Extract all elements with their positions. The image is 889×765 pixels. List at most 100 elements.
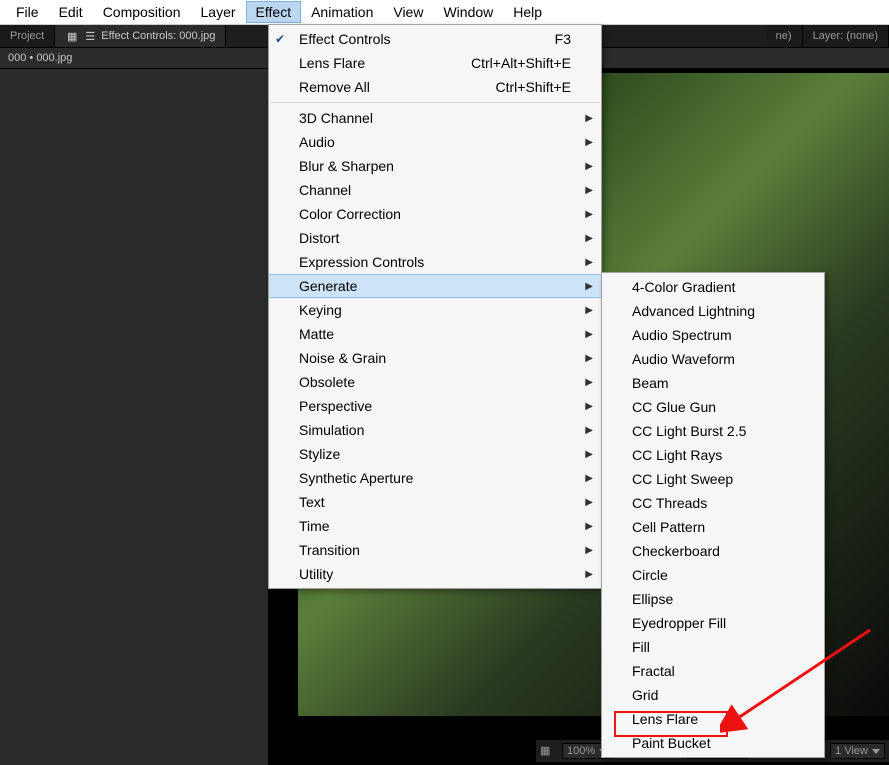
menu-window[interactable]: Window <box>433 1 503 23</box>
menuitem-shortcut: Ctrl+Shift+E <box>456 79 571 95</box>
menuitem-channel[interactable]: Channel▶ <box>269 178 601 202</box>
menuitem-noise-grain[interactable]: Noise & Grain▶ <box>269 346 601 370</box>
menuitem-label: Time <box>299 518 330 534</box>
menuitem-synthetic-aperture[interactable]: Synthetic Aperture▶ <box>269 466 601 490</box>
menu-view[interactable]: View <box>383 1 433 23</box>
effect-dropdown: ✔ Effect Controls F3 Lens Flare Ctrl+Alt… <box>268 24 602 589</box>
submenuitem-4color-gradient[interactable]: 4-Color Gradient <box>602 275 824 299</box>
menuitem-remove-all[interactable]: Remove All Ctrl+Shift+E <box>269 75 601 99</box>
submenu-arrow-icon: ▶ <box>585 545 593 556</box>
menuitem-label: Channel <box>299 182 351 198</box>
menuitem-audio[interactable]: Audio ▶ <box>269 130 601 154</box>
menu-edit[interactable]: Edit <box>49 1 93 23</box>
menuitem-label: 3D Channel <box>299 110 373 126</box>
menuitem-label: Grid <box>632 687 658 703</box>
menuitem-time[interactable]: Time▶ <box>269 514 601 538</box>
menuitem-color-correction[interactable]: Color Correction▶ <box>269 202 601 226</box>
menuitem-label: CC Glue Gun <box>632 399 716 415</box>
menuitem-matte[interactable]: Matte ▶ <box>269 322 601 346</box>
menuitem-label: Matte <box>299 326 334 342</box>
tab-comp-none[interactable]: ne) <box>766 25 803 47</box>
submenuitem-cc-glue-gun[interactable]: CC Glue Gun <box>602 395 824 419</box>
menuitem-distort[interactable]: Distort▶ <box>269 226 601 250</box>
menuitem-perspective[interactable]: Perspective▶ <box>269 394 601 418</box>
tab-effect-controls[interactable]: ▦ ☰ Effect Controls: 000.jpg <box>55 25 226 47</box>
submenu-arrow-icon: ▶ <box>585 497 593 508</box>
menuitem-shortcut: F3 <box>515 31 571 47</box>
menuitem-label: Lens Flare <box>632 711 698 727</box>
tab-label: ne) <box>776 30 792 42</box>
submenuitem-cc-threads[interactable]: CC Threads <box>602 491 824 515</box>
tab-label: Effect Controls: 000.jpg <box>101 30 215 42</box>
submenuitem-advanced-lightning[interactable]: Advanced Lightning <box>602 299 824 323</box>
menuitem-label: Audio <box>299 134 335 150</box>
menuitem-label: Color Correction <box>299 206 401 222</box>
submenuitem-checkerboard[interactable]: Checkerboard <box>602 539 824 563</box>
submenu-arrow-icon: ▶ <box>585 449 593 460</box>
submenu-arrow-icon: ▶ <box>585 233 593 244</box>
menuitem-blur-sharpen[interactable]: Blur & Sharpen▶ <box>269 154 601 178</box>
menuitem-label: Fractal <box>632 663 675 679</box>
menuitem-label: Effect Controls <box>299 31 391 47</box>
menu-composition[interactable]: Composition <box>93 1 191 23</box>
menuitem-label: Text <box>299 494 325 510</box>
chevron-down-icon <box>872 749 880 754</box>
submenu-arrow-icon: ▶ <box>585 161 593 172</box>
submenuitem-cc-light-sweep[interactable]: CC Light Sweep <box>602 467 824 491</box>
menuitem-simulation[interactable]: Simulation▶ <box>269 418 601 442</box>
menu-animation[interactable]: Animation <box>301 1 383 23</box>
submenuitem-cc-light-burst[interactable]: CC Light Burst 2.5 <box>602 419 824 443</box>
menuitem-transition[interactable]: Transition▶ <box>269 538 601 562</box>
submenuitem-cell-pattern[interactable]: Cell Pattern <box>602 515 824 539</box>
view-count-dropdown[interactable]: 1 View <box>830 743 885 759</box>
submenuitem-cc-light-rays[interactable]: CC Light Rays <box>602 443 824 467</box>
menuitem-effect-controls[interactable]: ✔ Effect Controls F3 <box>269 27 601 51</box>
zoom-value: 100% <box>567 745 595 757</box>
submenuitem-beam[interactable]: Beam <box>602 371 824 395</box>
generate-submenu: 4-Color Gradient Advanced Lightning Audi… <box>601 272 825 758</box>
submenu-arrow-icon: ▶ <box>585 473 593 484</box>
menuitem-keying[interactable]: Keying▶ <box>269 298 601 322</box>
submenuitem-ellipse[interactable]: Ellipse <box>602 587 824 611</box>
menuitem-label: 4-Color Gradient <box>632 279 736 295</box>
menuitem-label: Eyedropper Fill <box>632 615 726 631</box>
menuitem-3d-channel[interactable]: 3D Channel ▶ <box>269 106 601 130</box>
menuitem-expression-controls[interactable]: Expression Controls▶ <box>269 250 601 274</box>
submenuitem-eyedropper-fill[interactable]: Eyedropper Fill <box>602 611 824 635</box>
menu-help[interactable]: Help <box>503 1 552 23</box>
submenuitem-fractal[interactable]: Fractal <box>602 659 824 683</box>
submenuitem-paint-bucket[interactable]: Paint Bucket <box>602 731 824 755</box>
tab-layer-none[interactable]: Layer: (none) <box>803 25 889 47</box>
submenu-arrow-icon: ▶ <box>585 113 593 124</box>
checkmark-icon: ✔ <box>275 32 285 46</box>
effect-controls-panel <box>0 69 269 765</box>
grid-icon[interactable]: ▦ <box>540 744 554 758</box>
menuitem-last-effect[interactable]: Lens Flare Ctrl+Alt+Shift+E <box>269 51 601 75</box>
submenuitem-grid[interactable]: Grid <box>602 683 824 707</box>
tab-project[interactable]: Project <box>0 25 55 47</box>
menuitem-obsolete[interactable]: Obsolete▶ <box>269 370 601 394</box>
menuitem-stylize[interactable]: Stylize ▶ <box>269 442 601 466</box>
menuitem-utility[interactable]: Utility▶ <box>269 562 601 586</box>
submenu-arrow-icon: ▶ <box>585 137 593 148</box>
menubar: File Edit Composition Layer Effect Anima… <box>0 0 889 25</box>
menu-effect[interactable]: Effect <box>246 1 302 23</box>
menu-layer[interactable]: Layer <box>191 1 246 23</box>
menuitem-label: Noise & Grain <box>299 350 386 366</box>
menuitem-label: Stylize <box>299 446 340 462</box>
menuitem-label: Remove All <box>299 79 370 95</box>
submenuitem-audio-waveform[interactable]: Audio Waveform <box>602 347 824 371</box>
menuitem-label: CC Light Sweep <box>632 471 733 487</box>
menuitem-label: Beam <box>632 375 669 391</box>
menuitem-label: Paint Bucket <box>632 735 711 751</box>
menuitem-text[interactable]: Text ▶ <box>269 490 601 514</box>
menu-file[interactable]: File <box>6 1 49 23</box>
submenu-arrow-icon: ▶ <box>585 305 593 316</box>
submenuitem-audio-spectrum[interactable]: Audio Spectrum <box>602 323 824 347</box>
submenuitem-circle[interactable]: Circle <box>602 563 824 587</box>
submenu-arrow-icon: ▶ <box>585 329 593 340</box>
menuitem-label: Circle <box>632 567 668 583</box>
submenuitem-fill[interactable]: Fill <box>602 635 824 659</box>
submenuitem-lens-flare[interactable]: Lens Flare <box>602 707 824 731</box>
menuitem-generate[interactable]: Generate▶ <box>269 274 601 298</box>
